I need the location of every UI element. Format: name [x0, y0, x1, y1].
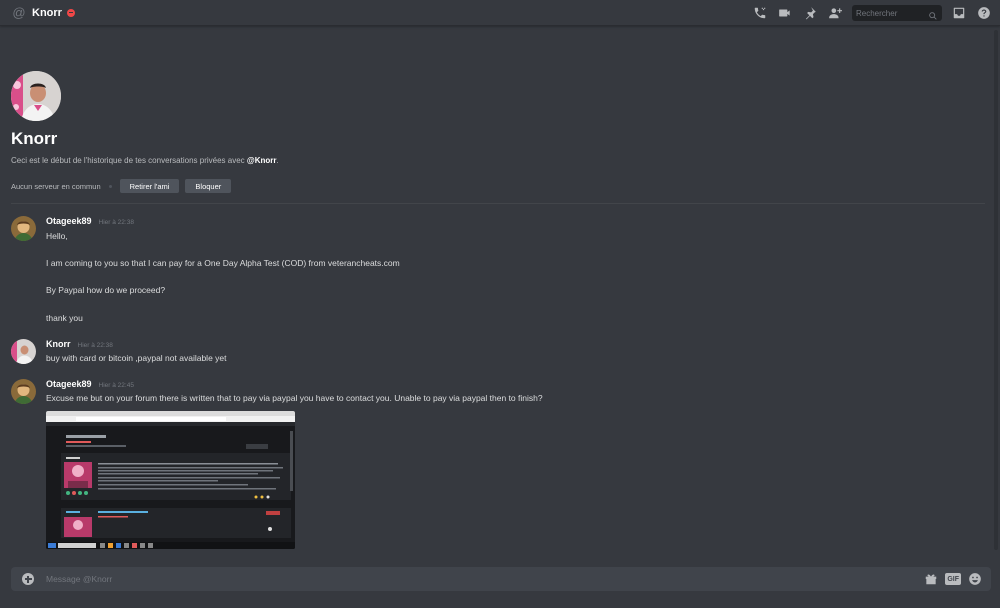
channel-header: @ Knorr — [0, 0, 1000, 26]
message-text: thank you — [46, 313, 83, 323]
composer-actions: GIF — [917, 571, 983, 587]
knorr-profile-avatar — [11, 71, 61, 121]
message-header: Otageek89 Hier à 22:45 — [46, 379, 134, 389]
message-text: By Paypal how do we proceed? — [46, 285, 166, 295]
header-toolbar — [743, 0, 992, 26]
dm-intro-text: Ceci est le début de l'historique de tes… — [11, 156, 279, 165]
message-author[interactable]: Knorr — [46, 339, 71, 349]
message-header: Knorr Hier à 22:38 — [46, 339, 113, 349]
message-group: Knorr Hier à 22:38 buy with card or bitc… — [11, 339, 711, 369]
intro-divider — [11, 203, 985, 204]
message-text: I am coming to you so that I can pay for… — [46, 258, 400, 268]
dm-intro-prefix: Ceci est le début de l'historique de tes… — [11, 156, 247, 165]
message-group: Otageek89 Hier à 22:45 Excuse me but on … — [11, 379, 711, 409]
dm-recipient-name: Knorr — [11, 129, 58, 148]
search-box[interactable] — [852, 5, 942, 21]
upload-plus-icon[interactable] — [22, 573, 34, 585]
header-title: Knorr — [32, 6, 62, 19]
gift-icon[interactable] — [923, 571, 939, 587]
video-icon[interactable] — [777, 5, 793, 21]
message-text: Excuse me but on your forum there is wri… — [46, 393, 543, 403]
message-text: buy with card or bitcoin ,paypal not ava… — [46, 353, 227, 363]
separator-dot — [108, 184, 112, 188]
remove-friend-button[interactable]: Retirer l'ami — [119, 179, 180, 193]
message-author[interactable]: Otageek89 — [46, 216, 92, 226]
at-sign-icon: @ — [12, 4, 26, 20]
inbox-icon[interactable] — [951, 5, 967, 21]
message-composer: GIF — [11, 567, 991, 591]
gif-button[interactable]: GIF — [945, 573, 961, 585]
message-author[interactable]: Otageek89 — [46, 379, 92, 389]
call-icon[interactable] — [752, 5, 768, 21]
otageek89-avatar[interactable] — [11, 216, 36, 241]
otageek89-avatar[interactable] — [11, 379, 36, 404]
add-friend-icon[interactable] — [827, 5, 843, 21]
scrollbar[interactable] — [994, 30, 998, 550]
message-input[interactable] — [46, 574, 846, 584]
knorr-avatar[interactable] — [11, 339, 36, 364]
search-icon — [928, 8, 938, 20]
block-button[interactable]: Bloquer — [185, 179, 232, 193]
search-input[interactable] — [856, 8, 926, 18]
dm-intro-actions: Aucun serveur en commun Retirer l'ami Bl… — [11, 179, 237, 193]
message-header: Otageek89 Hier à 22:38 — [46, 216, 134, 226]
message-group: Otageek89 Hier à 22:38 Hello, I am comin… — [11, 216, 711, 326]
image-attachment[interactable] — [46, 411, 295, 549]
do-not-disturb-status-icon — [66, 8, 75, 17]
dm-intro-suffix: . — [276, 156, 279, 165]
dm-intro-username: @Knorr — [246, 156, 277, 165]
help-icon[interactable] — [976, 5, 992, 21]
message-timestamp: Hier à 22:45 — [98, 382, 134, 389]
message-timestamp: Hier à 22:38 — [77, 342, 113, 349]
no-mutual-server-label: Aucun serveur en commun — [11, 181, 101, 191]
message-timestamp: Hier à 22:38 — [98, 219, 134, 226]
emoji-icon[interactable] — [967, 571, 983, 587]
message-text: Hello, — [46, 231, 68, 241]
pin-icon[interactable] — [802, 5, 818, 21]
